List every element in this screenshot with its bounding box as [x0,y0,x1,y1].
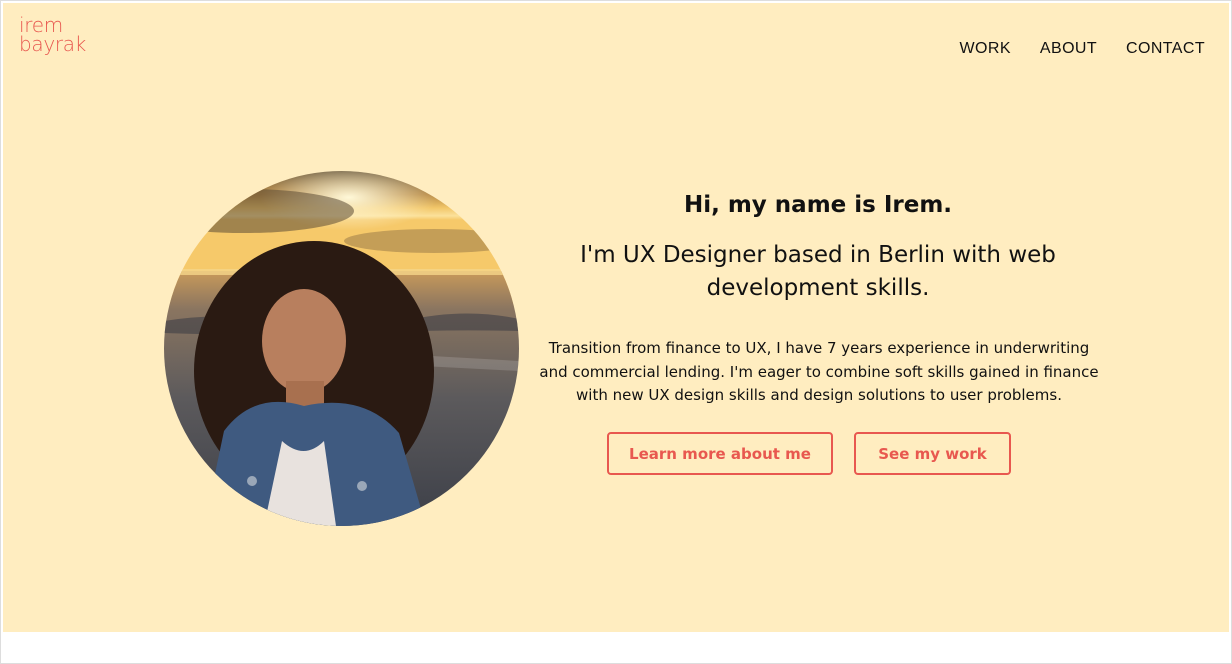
hero-bio: Transition from finance to UX, I have 7 … [539,339,1099,404]
nav-link-work[interactable]: WORK [960,40,1011,58]
logo-last-name: bayrak [19,32,87,56]
hero-section: irem bayrak WORK ABOUT CONTACT Hi, my na… [3,3,1229,632]
main-nav: WORK ABOUT CONTACT [960,40,1205,58]
nav-link-about[interactable]: ABOUT [1040,40,1097,58]
profile-photo [164,171,519,526]
nav-link-contact[interactable]: CONTACT [1126,40,1205,58]
see-my-work-button[interactable]: See my work [854,432,1011,475]
learn-more-about-me-button[interactable]: Learn more about me [607,432,833,475]
hero-greeting: Hi, my name is Irem. [683,192,953,218]
browser-viewport: irem bayrak WORK ABOUT CONTACT Hi, my na… [0,0,1232,664]
site-logo[interactable]: irem bayrak [19,15,87,56]
hero-tagline: I'm UX Designer based in Berlin with web… [580,242,1056,301]
